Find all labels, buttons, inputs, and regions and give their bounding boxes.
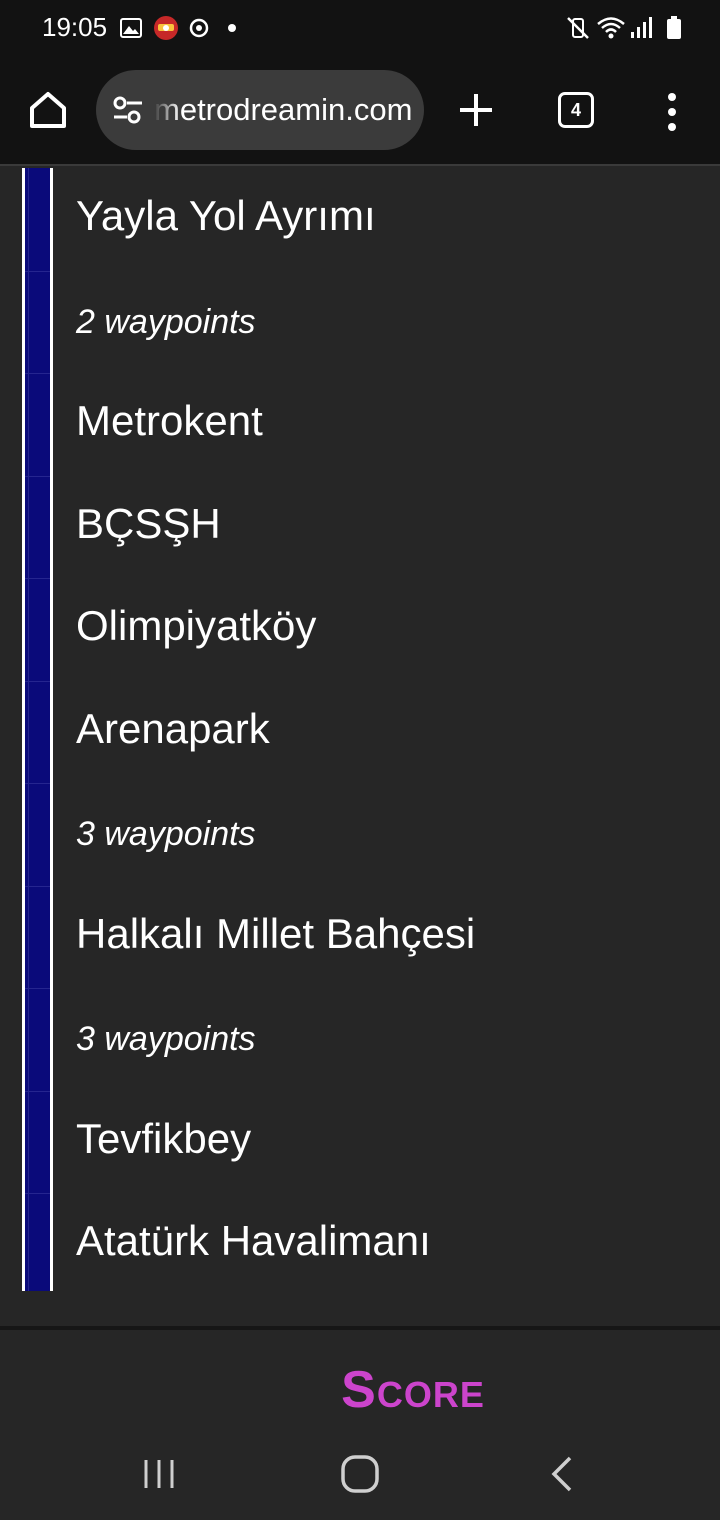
battery-icon (667, 16, 681, 39)
stop-label: Yayla Yol Ayrımı (76, 192, 376, 239)
stop-label: Metrokent (76, 397, 263, 444)
stop-label: Tevfikbey (76, 1114, 252, 1162)
waypoint-label: 3 waypoints (76, 815, 256, 853)
waypoint-row[interactable]: 3 waypoints (76, 988, 696, 1091)
back-icon[interactable] (548, 1456, 574, 1492)
waypoint-row[interactable]: 3 waypoints (76, 783, 696, 886)
home-icon[interactable] (24, 86, 72, 134)
app-badge-icon (154, 16, 178, 40)
url-text: metrodreamin.com (154, 92, 413, 127)
stop-row[interactable]: Yayla Yol Ayrımı (76, 168, 696, 271)
strip-separator (25, 988, 50, 989)
stop-row[interactable]: Metrokent (76, 373, 696, 476)
stop-row[interactable]: Halkalı Millet Bahçesi (76, 886, 696, 989)
signal-icon (631, 17, 652, 38)
recent-apps-icon[interactable] (142, 1458, 176, 1490)
bottom-divider (0, 1326, 720, 1330)
strip-separator (25, 475, 50, 477)
stop-row[interactable]: BÇSŞH (76, 476, 696, 579)
strip-inner-line (28, 168, 29, 1291)
more-vert-icon[interactable] (660, 92, 684, 132)
strip-separator (25, 680, 50, 682)
stop-label: Halkalı Millet Bahçesi (76, 909, 476, 957)
stop-row[interactable]: Olimpiyatköy (76, 578, 696, 681)
mute-vibrate-icon (567, 17, 589, 39)
stop-row[interactable]: Atatürk Havalimanı (76, 1193, 696, 1296)
strip-separator (25, 578, 50, 579)
sync-icon (189, 18, 209, 38)
plus-icon[interactable] (456, 90, 496, 130)
strip-separator (25, 885, 50, 887)
waypoint-row[interactable]: 2 waypoints (76, 271, 696, 374)
waypoint-label: 2 waypoints (76, 302, 256, 341)
stop-label: BÇSŞH (76, 499, 221, 547)
browser-toolbar: metrodreamin.com 4 (0, 56, 720, 166)
strip-separator (25, 270, 50, 272)
waypoint-label: 3 waypoints (76, 1020, 256, 1058)
page: 19:05 metrodreamin.com 4 Yayla Yol Ayrım… (0, 0, 720, 1520)
stop-label: Olimpiyatköy (76, 602, 317, 649)
stop-label: Atatürk Havalimanı (76, 1217, 431, 1264)
line-color-strip (22, 168, 53, 1291)
wifi-icon (597, 17, 625, 39)
stop-row[interactable]: Arenapark (76, 681, 696, 784)
dot-icon (228, 24, 236, 32)
stop-list: Yayla Yol Ayrımı 2 waypoints Metrokent BÇSŞ… (76, 168, 696, 1296)
strip-separator (25, 373, 50, 374)
stop-row[interactable]: Tevfikbey (76, 1091, 696, 1194)
stop-label: Arenapark (76, 704, 270, 752)
status-bar: 19:05 (0, 0, 720, 56)
strip-separator (25, 783, 50, 784)
strip-separator (25, 1090, 50, 1092)
address-bar[interactable]: metrodreamin.com (96, 70, 424, 150)
home-button-icon[interactable] (340, 1454, 380, 1494)
tab-switcher-button[interactable]: 4 (558, 92, 594, 128)
site-settings-icon[interactable] (112, 94, 144, 126)
score-button[interactable]: Score (0, 1360, 720, 1420)
strip-separator (25, 1193, 50, 1194)
status-time: 19:05 (42, 12, 108, 42)
image-icon (120, 18, 142, 38)
